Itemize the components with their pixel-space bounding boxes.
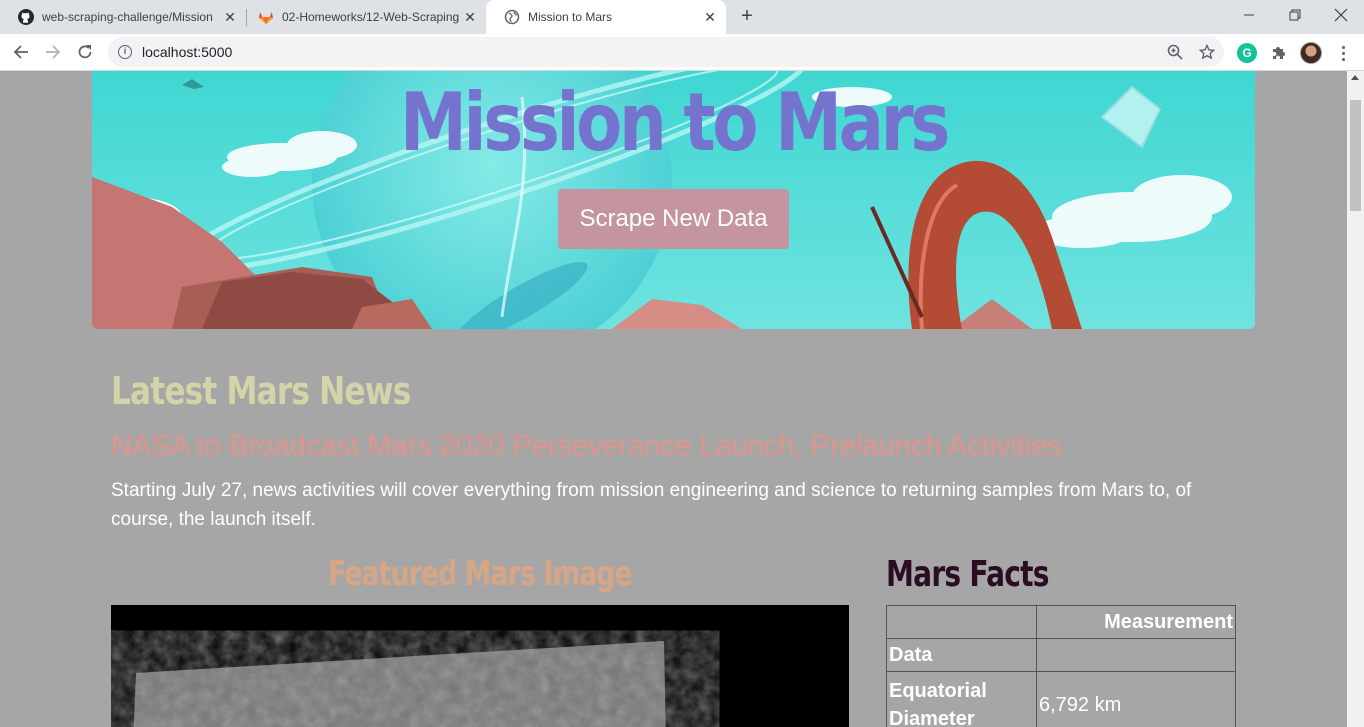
site-info-icon[interactable]: i — [118, 45, 132, 59]
extensions-puzzle-icon[interactable] — [1268, 43, 1288, 63]
close-tab-icon[interactable]: ✕ — [702, 9, 718, 25]
table-row: Data — [886, 638, 1236, 672]
gitlab-icon — [258, 9, 274, 25]
close-tab-icon[interactable]: ✕ — [222, 9, 238, 25]
profile-avatar[interactable] — [1300, 42, 1322, 64]
tab-gitlab[interactable]: 02-Homeworks/12-Web-Scraping ✕ — [240, 0, 486, 34]
restore-icon[interactable] — [1272, 0, 1318, 30]
featured-mars-image — [111, 605, 849, 727]
forward-arrow-icon[interactable] — [40, 39, 66, 65]
featured-image-heading: Featured Mars Image — [328, 554, 632, 594]
news-title: NASA to Broadcast Mars 2020 Perseverance… — [111, 430, 1063, 462]
page-scrollbar[interactable] — [1347, 71, 1364, 727]
browser-toolbar: i localhost:5000 G — [0, 34, 1364, 71]
table-header-row: Measurement — [886, 605, 1236, 639]
table-header-empty — [886, 605, 1037, 639]
back-arrow-icon[interactable] — [8, 39, 34, 65]
address-bar[interactable]: i localhost:5000 — [108, 37, 1224, 67]
fact-label: Equatorial Diameter — [886, 671, 1037, 727]
mars-facts-table: Measurement Data Equatorial Diameter 6,7… — [886, 605, 1236, 727]
github-icon — [18, 9, 34, 25]
scrape-new-data-button[interactable]: Scrape New Data — [558, 189, 789, 249]
minimize-icon[interactable] — [1226, 0, 1272, 30]
page-viewport: Mission to Mars Scrape New Data Latest M… — [0, 71, 1347, 727]
grammarly-extension-icon[interactable]: G — [1237, 43, 1257, 63]
new-tab-icon[interactable]: + — [736, 5, 758, 29]
tab-title: Mission to Mars — [528, 10, 613, 24]
fact-label: Data — [886, 638, 1037, 672]
url-text[interactable]: localhost:5000 — [142, 44, 232, 60]
page-title: Mission to Mars — [400, 76, 950, 169]
fact-value: 6,792 km — [1036, 671, 1236, 727]
mars-facts-heading: Mars Facts — [886, 554, 1049, 595]
tab-mission-to-mars[interactable]: Mission to Mars ✕ — [486, 0, 726, 34]
tab-title: web-scraping-challenge/Mission — [42, 10, 213, 24]
latest-news-heading: Latest Mars News — [111, 369, 411, 413]
tab-title: 02-Homeworks/12-Web-Scraping — [282, 10, 460, 24]
table-row: Equatorial Diameter 6,792 km — [886, 671, 1236, 727]
tab-strip: web-scraping-challenge/Mission ✕ 02-Home… — [0, 0, 1364, 34]
close-window-icon[interactable] — [1318, 0, 1364, 30]
tab-github[interactable]: web-scraping-challenge/Mission ✕ — [0, 0, 246, 34]
bookmark-star-icon[interactable] — [1198, 43, 1216, 61]
scroll-thumb[interactable] — [1350, 100, 1361, 211]
zoom-icon[interactable] — [1166, 43, 1184, 61]
browser-menu-icon[interactable] — [1334, 42, 1352, 64]
scroll-up-arrow-icon[interactable] — [1351, 75, 1359, 80]
globe-icon — [504, 9, 520, 25]
table-header-measurement: Measurement — [1036, 605, 1236, 639]
jumbotron: Mission to Mars Scrape New Data — [92, 71, 1255, 329]
reload-icon[interactable] — [72, 39, 98, 65]
close-tab-icon[interactable]: ✕ — [462, 9, 478, 25]
fact-value — [1036, 638, 1236, 672]
news-paragraph: Starting July 27, news activities will c… — [111, 480, 1192, 530]
